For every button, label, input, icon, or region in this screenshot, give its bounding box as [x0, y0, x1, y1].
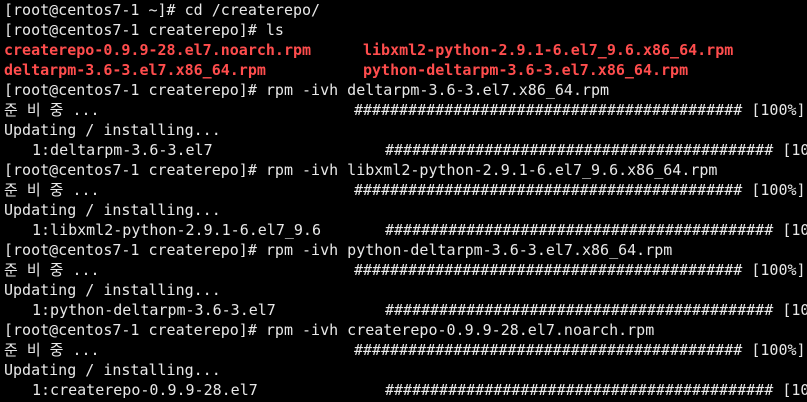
- progress-bar-text: ########################################…: [354, 261, 806, 279]
- progress-bar-text: ########################################…: [385, 141, 807, 159]
- shell-prompt: [root@centos7-1 createrepo]#: [4, 21, 266, 39]
- shell-prompt: [root@centos7-1 createrepo]#: [4, 241, 266, 259]
- updating-label: Updating / installing...: [4, 281, 221, 299]
- updating-label: Updating / installing...: [4, 361, 221, 379]
- ls-file-entry: deltarpm-3.6-3.el7.x86_64.rpm: [4, 61, 266, 79]
- progress-bar-text: ########################################…: [354, 341, 806, 359]
- progress-bar-text: ########################################…: [354, 181, 806, 199]
- preparing-line: 준 비 중 ... ##############################…: [4, 260, 806, 280]
- terminal-line: [root@centos7-1 createrepo]# rpm -ivh cr…: [4, 320, 803, 340]
- shell-prompt: [root@centos7-1 createrepo]#: [4, 161, 266, 179]
- shell-prompt: [root@centos7-1 createrepo]#: [4, 81, 266, 99]
- installed-package: 1:libxml2-python-2.9.1-6.el7_9.6: [32, 221, 321, 239]
- command-text: rpm -ivh createrepo-0.9.9-28.el7.noarch.…: [265, 321, 655, 339]
- command-text: rpm -ivh python-deltarpm-3.6-3.el7.x86_6…: [265, 241, 673, 259]
- updating-line: Updating / installing...: [4, 200, 803, 220]
- shell-prompt: [root@centos7-1 ~]#: [4, 1, 185, 19]
- updating-label: Updating / installing...: [4, 121, 221, 139]
- install-result-line: 1:libxml2-python-2.9.1-6.el7_9.6 #######…: [4, 220, 807, 240]
- preparing-label: 준 비 중 ...: [4, 341, 100, 359]
- preparing-line: 준 비 중 ... ##############################…: [4, 180, 806, 200]
- preparing-line: 준 비 중 ... ##############################…: [4, 100, 806, 120]
- ls-output-line: createrepo-0.9.9-28.el7.noarch.rpm libxm…: [4, 40, 803, 60]
- updating-line: Updating / installing...: [4, 360, 803, 380]
- ls-file-entry: createrepo-0.9.9-28.el7.noarch.rpm: [4, 41, 312, 59]
- preparing-label: 준 비 중 ...: [4, 261, 100, 279]
- progress-bar-text: ########################################…: [354, 101, 806, 119]
- command-text: ls: [265, 21, 284, 39]
- command-text: cd /createrepo/: [184, 1, 321, 19]
- shell-prompt: [root@centos7-1 createrepo]#: [4, 321, 266, 339]
- terminal-line: [root@centos7-1 ~]# cd /createrepo/: [4, 0, 803, 20]
- terminal-line: [root@centos7-1 createrepo]# rpm -ivh de…: [4, 80, 803, 100]
- terminal-window[interactable]: [root@centos7-1 ~]# cd /createrepo/ [roo…: [0, 0, 807, 402]
- terminal-line: [root@centos7-1 createrepo]# rpm -ivh li…: [4, 160, 803, 180]
- updating-line: Updating / installing...: [4, 120, 803, 140]
- progress-bar-text: ########################################…: [385, 221, 807, 239]
- terminal-line: [root@centos7-1 createrepo]# rpm -ivh py…: [4, 240, 803, 260]
- installed-package: 1:python-deltarpm-3.6-3.el7: [32, 301, 276, 319]
- preparing-line: 준 비 중 ... ##############################…: [4, 340, 806, 360]
- ls-output-line: deltarpm-3.6-3.el7.x86_64.rpm python-del…: [4, 60, 803, 80]
- progress-bar-text: ########################################…: [385, 301, 807, 319]
- preparing-label: 준 비 중 ...: [4, 101, 100, 119]
- installed-package: 1:createrepo-0.9.9-28.el7: [32, 381, 258, 399]
- progress-bar-text: ########################################…: [385, 381, 807, 399]
- command-text: rpm -ivh deltarpm-3.6-3.el7.x86_64.rpm: [265, 81, 610, 99]
- install-result-line: 1:python-deltarpm-3.6-3.el7 ############…: [4, 300, 807, 320]
- install-result-line: 1:deltarpm-3.6-3.el7 ###################…: [4, 140, 807, 160]
- updating-line: Updating / installing...: [4, 280, 803, 300]
- ls-file-entry: python-deltarpm-3.6-3.el7.x86_64.rpm: [363, 61, 689, 79]
- preparing-label: 준 비 중 ...: [4, 181, 100, 199]
- terminal-line: [root@centos7-1 createrepo]# ls: [4, 20, 803, 40]
- ls-file-entry: libxml2-python-2.9.1-6.el7_9.6.x86_64.rp…: [363, 41, 734, 59]
- updating-label: Updating / installing...: [4, 201, 221, 219]
- command-text: rpm -ivh libxml2-python-2.9.1-6.el7_9.6.…: [265, 161, 718, 179]
- install-result-line: 1:createrepo-0.9.9-28.el7 ##############…: [4, 380, 807, 400]
- installed-package: 1:deltarpm-3.6-3.el7: [32, 141, 213, 159]
